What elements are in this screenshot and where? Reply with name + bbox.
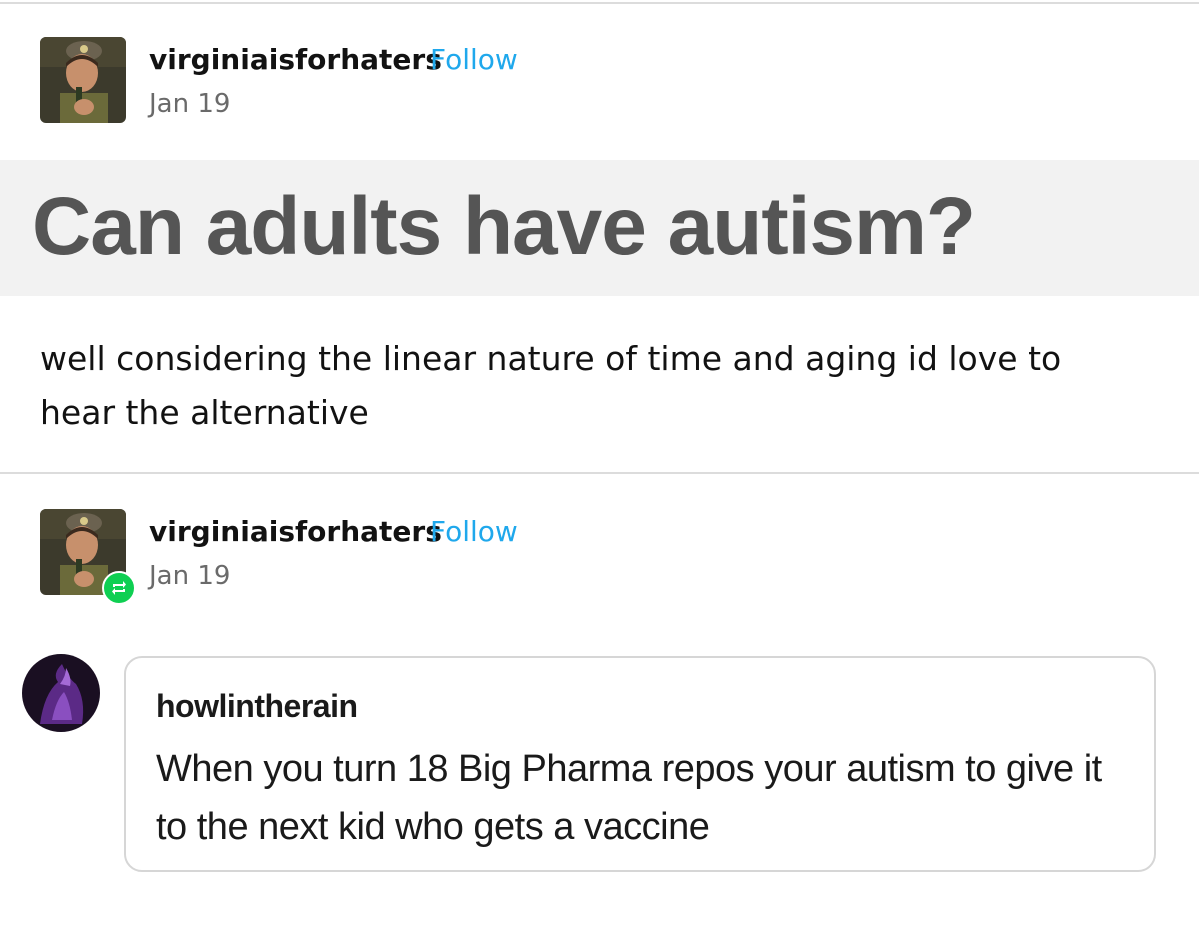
quoted-username[interactable]: howlintherain xyxy=(156,688,358,725)
reblog-icon xyxy=(102,571,136,605)
question-image: Can adults have autism? xyxy=(0,160,1199,296)
quoted-reply-card: howlintherain When you turn 18 Big Pharm… xyxy=(124,656,1156,872)
purple-avatar-icon[interactable] xyxy=(22,654,100,732)
username[interactable]: virginiaisforhaters xyxy=(149,515,442,548)
top-divider xyxy=(0,2,1199,4)
post-body-text: well considering the linear nature of ti… xyxy=(40,339,1062,432)
user-avatar-icon[interactable] xyxy=(40,37,126,123)
follow-button[interactable]: Follow xyxy=(430,43,518,76)
username[interactable]: virginiaisforhaters xyxy=(149,43,442,76)
question-text: Can adults have autism? xyxy=(32,181,976,272)
follow-button[interactable]: Follow xyxy=(430,515,518,548)
post-date[interactable]: Jan 19 xyxy=(149,89,230,119)
post-divider xyxy=(0,472,1199,474)
quoted-reply-text: When you turn 18 Big Pharma repos your a… xyxy=(156,748,1102,848)
post-date[interactable]: Jan 19 xyxy=(149,561,230,591)
